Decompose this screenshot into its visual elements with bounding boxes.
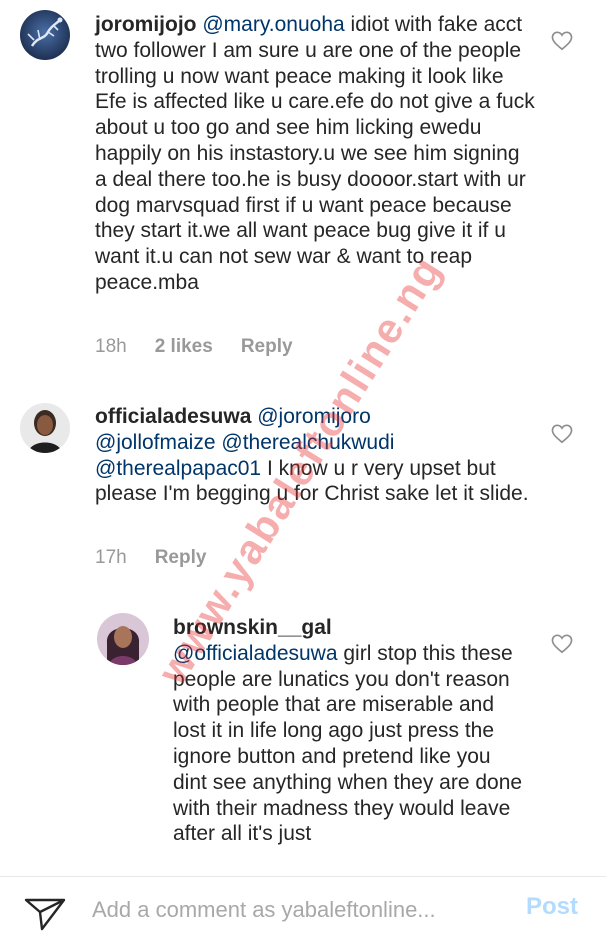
avatar[interactable] — [20, 10, 70, 60]
avatar[interactable] — [20, 403, 70, 453]
paper-plane-icon[interactable] — [24, 897, 66, 931]
post-button[interactable]: Post — [526, 893, 578, 921]
reply-button[interactable]: Reply — [241, 336, 293, 358]
comment-body: idiot with fake acct two follower I am s… — [95, 13, 535, 294]
mention-link[interactable]: @joromijoro — [257, 405, 371, 428]
comment-input[interactable] — [92, 893, 502, 927]
mention-link[interactable]: @mary.onuoha — [202, 13, 344, 36]
comment-composer: Post — [0, 876, 606, 941]
likes-count[interactable]: 2 likes — [155, 336, 213, 358]
heart-outline-icon[interactable] — [551, 424, 573, 444]
comment-meta: 17h Reply — [95, 547, 206, 569]
mention-link[interactable]: @jollofmaize — [95, 431, 216, 454]
heart-outline-icon[interactable] — [551, 31, 573, 51]
comment-username[interactable]: officialadesuwa — [95, 405, 251, 428]
mention-link[interactable]: @therealchukwudi — [221, 431, 394, 454]
comment-meta: 18h 2 likes Reply — [95, 336, 293, 358]
reply-button[interactable]: Reply — [155, 547, 207, 569]
comment-username[interactable]: brownskin__gal — [173, 616, 332, 639]
mention-link[interactable]: @officialadesuwa — [173, 642, 338, 665]
comment-username[interactable]: joromijojo — [95, 13, 197, 36]
comment-timestamp: 17h — [95, 547, 127, 568]
comment-text: officialadesuwa @joromijoro @jollofmaize … — [95, 404, 535, 507]
mention-link[interactable]: @therealpapac01 — [95, 457, 261, 480]
comment-text: joromijojo @mary.onuoha idiot with fake … — [95, 12, 535, 296]
comment-timestamp: 18h — [95, 336, 127, 357]
comment-body: girl stop this these people are lunatics… — [173, 641, 523, 846]
comment-text: brownskin__gal @officialadesuwa girl stop… — [173, 615, 523, 847]
avatar[interactable] — [97, 613, 149, 665]
heart-outline-icon[interactable] — [551, 634, 573, 654]
